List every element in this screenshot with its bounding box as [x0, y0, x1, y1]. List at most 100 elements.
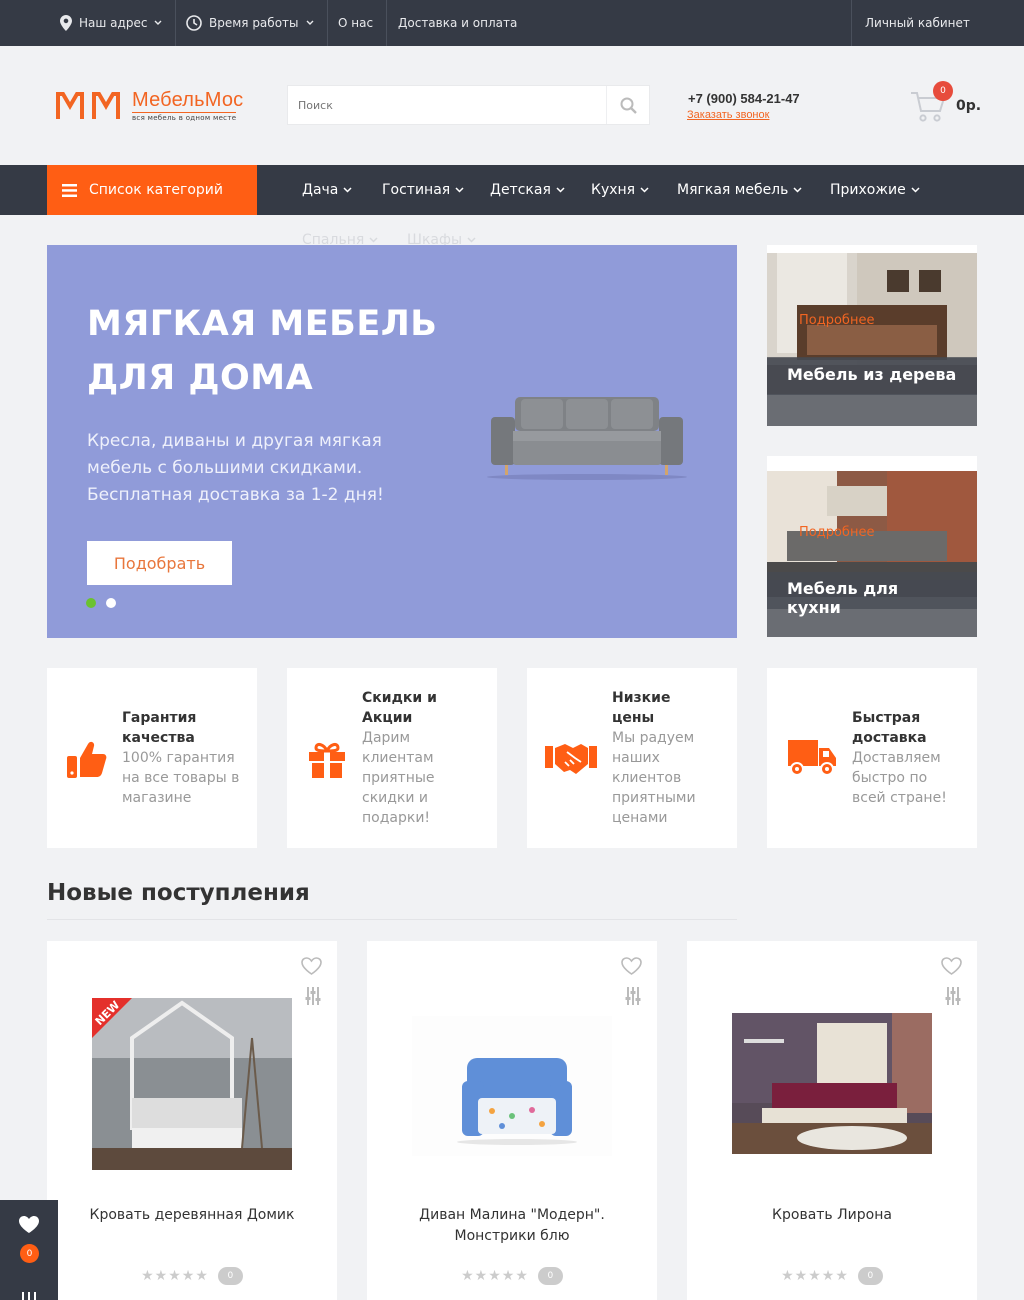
side-banner-caption: Мебель для кухни: [767, 572, 977, 617]
account-label: Личный кабинет: [865, 16, 970, 30]
cart-sum: 0р.: [956, 98, 982, 114]
search-button[interactable]: [606, 86, 649, 124]
nav-item-soft-furniture[interactable]: Мягкая мебель: [677, 165, 802, 215]
nav-item-kitchen[interactable]: Кухня: [591, 165, 649, 215]
side-banner-caption: Мебель из дерева: [767, 358, 977, 395]
feature-title: Гарантия качества: [122, 710, 197, 746]
side-banner-more-link[interactable]: Подробнее: [799, 525, 874, 540]
sofa-image: [487, 397, 687, 480]
feature-discounts: Скидки и Акции Дарим клиентам приятные с…: [287, 668, 497, 848]
product-name[interactable]: Диван Малина "Модерн". Монстрики блю: [382, 1205, 642, 1247]
heart-icon[interactable]: [941, 957, 962, 975]
menu-icon: [62, 183, 77, 197]
search-input[interactable]: [288, 86, 606, 124]
hours-label: Время работы: [209, 16, 299, 30]
product-image-lirona-bed: [732, 1013, 932, 1154]
compare-icon[interactable]: [19, 1292, 39, 1300]
truck-icon: [788, 740, 836, 776]
chevron-down-icon: [793, 187, 802, 193]
bedroom-photo: [767, 245, 977, 426]
handshake-icon: [545, 744, 597, 774]
heart-icon[interactable]: [621, 957, 642, 975]
side-banner-wood[interactable]: Подробнее Мебель из дерева: [767, 245, 977, 426]
hours-menu[interactable]: Время работы: [173, 0, 328, 46]
product-card[interactable]: Диван Малина "Модерн". Монстрики блю ★★★…: [367, 941, 657, 1300]
top-bar: Наш адрес Время работы О нас Доставка и …: [0, 0, 1024, 46]
chevron-down-icon: [467, 237, 476, 243]
chevron-down-icon: [640, 187, 649, 193]
cart[interactable]: 0 0р.: [910, 81, 982, 124]
about-link[interactable]: О нас: [325, 0, 388, 46]
feature-text: Доставляем быстро по всей стране!: [852, 750, 947, 806]
compare-icon[interactable]: [625, 986, 641, 1006]
reviews-count-badge[interactable]: 0: [537, 1267, 563, 1285]
chevron-down-icon: [455, 187, 464, 193]
phone-number[interactable]: +7 (900) 584-21-47: [688, 91, 800, 106]
compare-icon[interactable]: [945, 986, 961, 1006]
feature-text: Мы радуем наших клиентов приятными ценам…: [612, 730, 696, 826]
reviews-count-badge[interactable]: 0: [857, 1267, 883, 1285]
feature-title: Быстрая доставка: [852, 710, 927, 746]
product-rating: ★★★★★ 0: [47, 1267, 337, 1285]
thumbs-up-icon: [67, 741, 107, 778]
slider-dot-active[interactable]: [86, 598, 96, 608]
feature-title: Низкие цены: [612, 690, 671, 726]
nav-label: Дача: [302, 182, 339, 198]
feature-fast-delivery: Быстрая доставка Доставляем быстро по вс…: [767, 668, 977, 848]
side-banner-kitchen[interactable]: Подробнее Мебель для кухни: [767, 456, 977, 637]
categories-button[interactable]: Список категорий: [47, 165, 257, 215]
logo-tagline: вся мебель в одном месте: [132, 112, 237, 122]
heart-icon[interactable]: [301, 957, 322, 975]
product-card[interactable]: NEW Кровать деревянная Домик ★★★★★ 0: [47, 941, 337, 1300]
nav-label: Гостиная: [382, 182, 451, 198]
nav-label: Детская: [490, 182, 551, 198]
chevron-down-icon: [556, 187, 565, 193]
search-box: [287, 85, 650, 125]
product-card[interactable]: Кровать Лирона ★★★★★ 0: [687, 941, 977, 1300]
hero-slider: МЯГКАЯ МЕБЕЛЬ ДЛЯ ДОМА Кресла, диваны и …: [47, 245, 737, 638]
side-banner-more-link[interactable]: Подробнее: [799, 313, 874, 328]
callback-link[interactable]: Заказать звонок: [687, 109, 769, 121]
rating-stars: ★★★★★: [461, 1268, 529, 1284]
search-icon: [620, 97, 637, 114]
nav-item-dacha[interactable]: Дача: [302, 165, 352, 215]
delivery-link[interactable]: Доставка и оплата: [385, 0, 530, 46]
hero-select-button[interactable]: Подобрать: [87, 541, 232, 585]
address-menu[interactable]: Наш адрес: [47, 0, 177, 46]
rating-stars: ★★★★★: [781, 1268, 849, 1284]
chevron-down-icon: [306, 20, 313, 25]
nav-item-hallway[interactable]: Прихожие: [830, 165, 920, 215]
logo[interactable]: МебельМос вся мебель в одном месте: [55, 89, 250, 123]
feature-text: Дарим клиентам приятные скидки и подарки…: [362, 730, 435, 826]
rating-stars: ★★★★★: [141, 1268, 209, 1284]
nav-item-living-room[interactable]: Гостиная: [382, 165, 464, 215]
product-image-armchair-bed: [412, 1016, 612, 1156]
nav-label: Прихожие: [830, 182, 906, 198]
nav-label: Кухня: [591, 182, 636, 198]
compare-icon[interactable]: [305, 986, 321, 1006]
wishlist-heart-icon[interactable]: [19, 1216, 39, 1234]
hero-title-line2: ДЛЯ ДОМА: [87, 358, 314, 398]
feature-quality: Гарантия качества 100% гарантия на все т…: [47, 668, 257, 848]
clock-icon: [186, 15, 202, 31]
chevron-down-icon: [369, 237, 378, 243]
feature-low-prices: Низкие цены Мы радуем наших клиентов при…: [527, 668, 737, 848]
reviews-count-badge[interactable]: 0: [217, 1267, 243, 1285]
product-name[interactable]: Кровать Лирона: [702, 1205, 962, 1226]
feature-title: Скидки и Акции: [362, 690, 437, 726]
hero-title: МЯГКАЯ МЕБЕЛЬ ДЛЯ ДОМА: [87, 297, 437, 405]
logo-mark-icon: [56, 92, 120, 119]
product-image-house-bed: NEW: [92, 998, 292, 1170]
about-label: О нас: [338, 16, 374, 30]
wishlist-count-badge: 0: [20, 1244, 39, 1263]
section-title: Новые поступления: [47, 880, 310, 906]
logo-name: МебельМос: [132, 89, 244, 111]
location-pin-icon: [60, 15, 72, 31]
product-name[interactable]: Кровать деревянная Домик: [62, 1205, 322, 1226]
product-rating: ★★★★★ 0: [687, 1267, 977, 1285]
nav-item-kids[interactable]: Детская: [490, 165, 565, 215]
chevron-down-icon: [154, 20, 162, 25]
section-divider: [47, 919, 737, 920]
slider-dot[interactable]: [106, 598, 116, 608]
account-link[interactable]: Личный кабинет: [851, 0, 983, 46]
